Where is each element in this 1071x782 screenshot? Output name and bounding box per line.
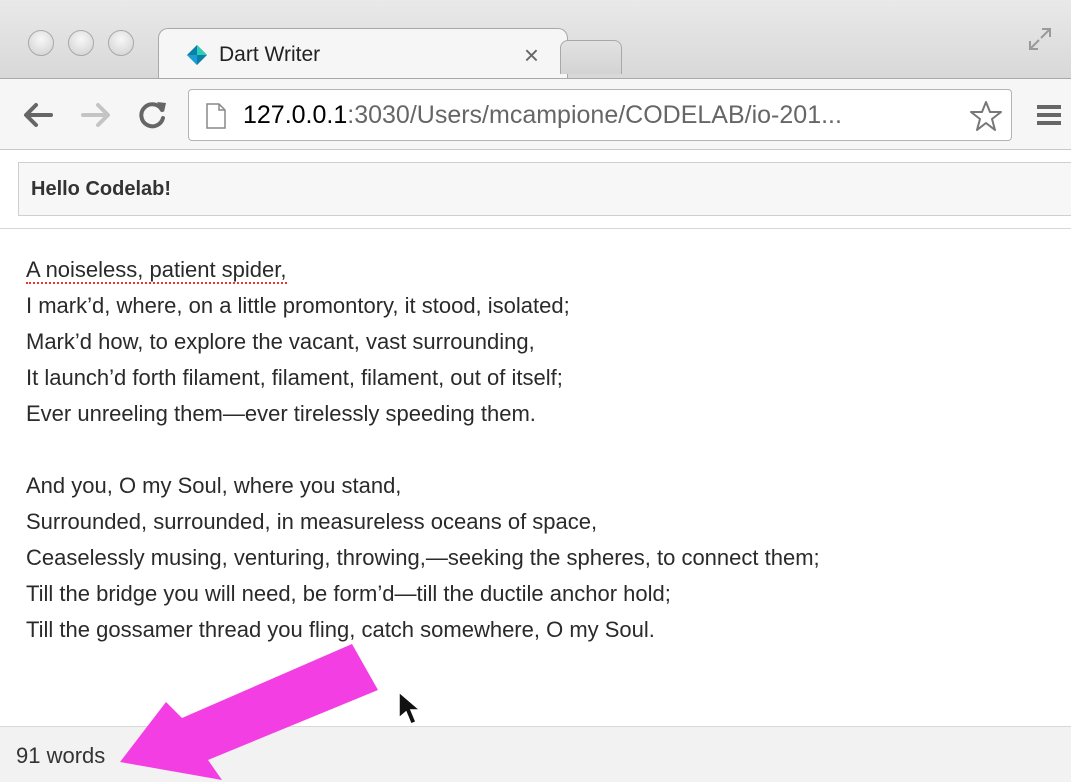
address-bar[interactable]: 127.0.0.1:3030/Users/mcampione/CODELAB/i…	[188, 89, 1012, 141]
poem-line: Ever unreeling them—ever tirelessly spee…	[26, 401, 536, 426]
reload-button[interactable]	[134, 97, 170, 133]
back-arrow-icon	[24, 103, 53, 127]
new-tab-button[interactable]	[560, 40, 622, 74]
poem-line: I mark’d, where, on a little promontory,…	[26, 293, 570, 318]
poem-line: Surrounded, surrounded, in measureless o…	[26, 509, 598, 534]
tab-title: Dart Writer	[219, 43, 321, 66]
page-icon	[206, 103, 226, 129]
page-header: Hello Codelab!	[18, 162, 1071, 216]
url-path: :3030/Users/mcampione/CODELAB/io-201...	[347, 101, 842, 129]
dart-logo-icon	[187, 45, 207, 65]
url-host: 127.0.0.1	[243, 101, 348, 129]
reload-icon	[139, 102, 166, 129]
forward-arrow-icon	[81, 103, 110, 127]
word-count: 91 words	[16, 743, 106, 768]
zoom-window-button[interactable]	[108, 30, 134, 56]
spellcheck-underlined-text: A noiseless, patient spider,	[26, 257, 287, 284]
minimize-window-button[interactable]	[68, 30, 94, 56]
poem-line: And you, O my Soul, where you stand,	[26, 473, 402, 498]
back-button[interactable]	[20, 97, 56, 133]
tab-dart-writer[interactable]: Dart Writer ×	[158, 28, 568, 80]
stanza-break	[26, 432, 1066, 468]
url-text[interactable]: 127.0.0.1:3030/Users/mcampione/CODELAB/i…	[243, 101, 943, 130]
close-window-button[interactable]	[28, 30, 54, 56]
poem-line: Till the bridge you will need, be form’d…	[26, 581, 671, 606]
menu-icon[interactable]	[1033, 99, 1065, 131]
page-title: Hello Codelab!	[31, 178, 172, 200]
annotation-arrow-icon	[120, 644, 378, 780]
tab-close-icon[interactable]: ×	[524, 40, 539, 71]
browser-toolbar: 127.0.0.1:3030/Users/mcampione/CODELAB/i…	[0, 78, 1071, 150]
poem-line: Mark’d how, to explore the vacant, vast …	[26, 329, 535, 354]
window-controls	[28, 30, 134, 56]
poem-line: It launch’d forth filament, filament, fi…	[26, 365, 563, 390]
poem-line: A noiseless, patient spider,	[26, 252, 1066, 288]
fullscreen-icon[interactable]	[1027, 26, 1053, 52]
poem-line: Ceaselessly musing, venturing, throwing,…	[26, 545, 820, 570]
star-icon[interactable]	[969, 99, 1003, 133]
forward-button[interactable]	[78, 97, 114, 133]
header-divider	[0, 228, 1071, 229]
browser-titlebar: Dart Writer ×	[0, 0, 1071, 80]
mouse-cursor-icon	[398, 690, 422, 725]
